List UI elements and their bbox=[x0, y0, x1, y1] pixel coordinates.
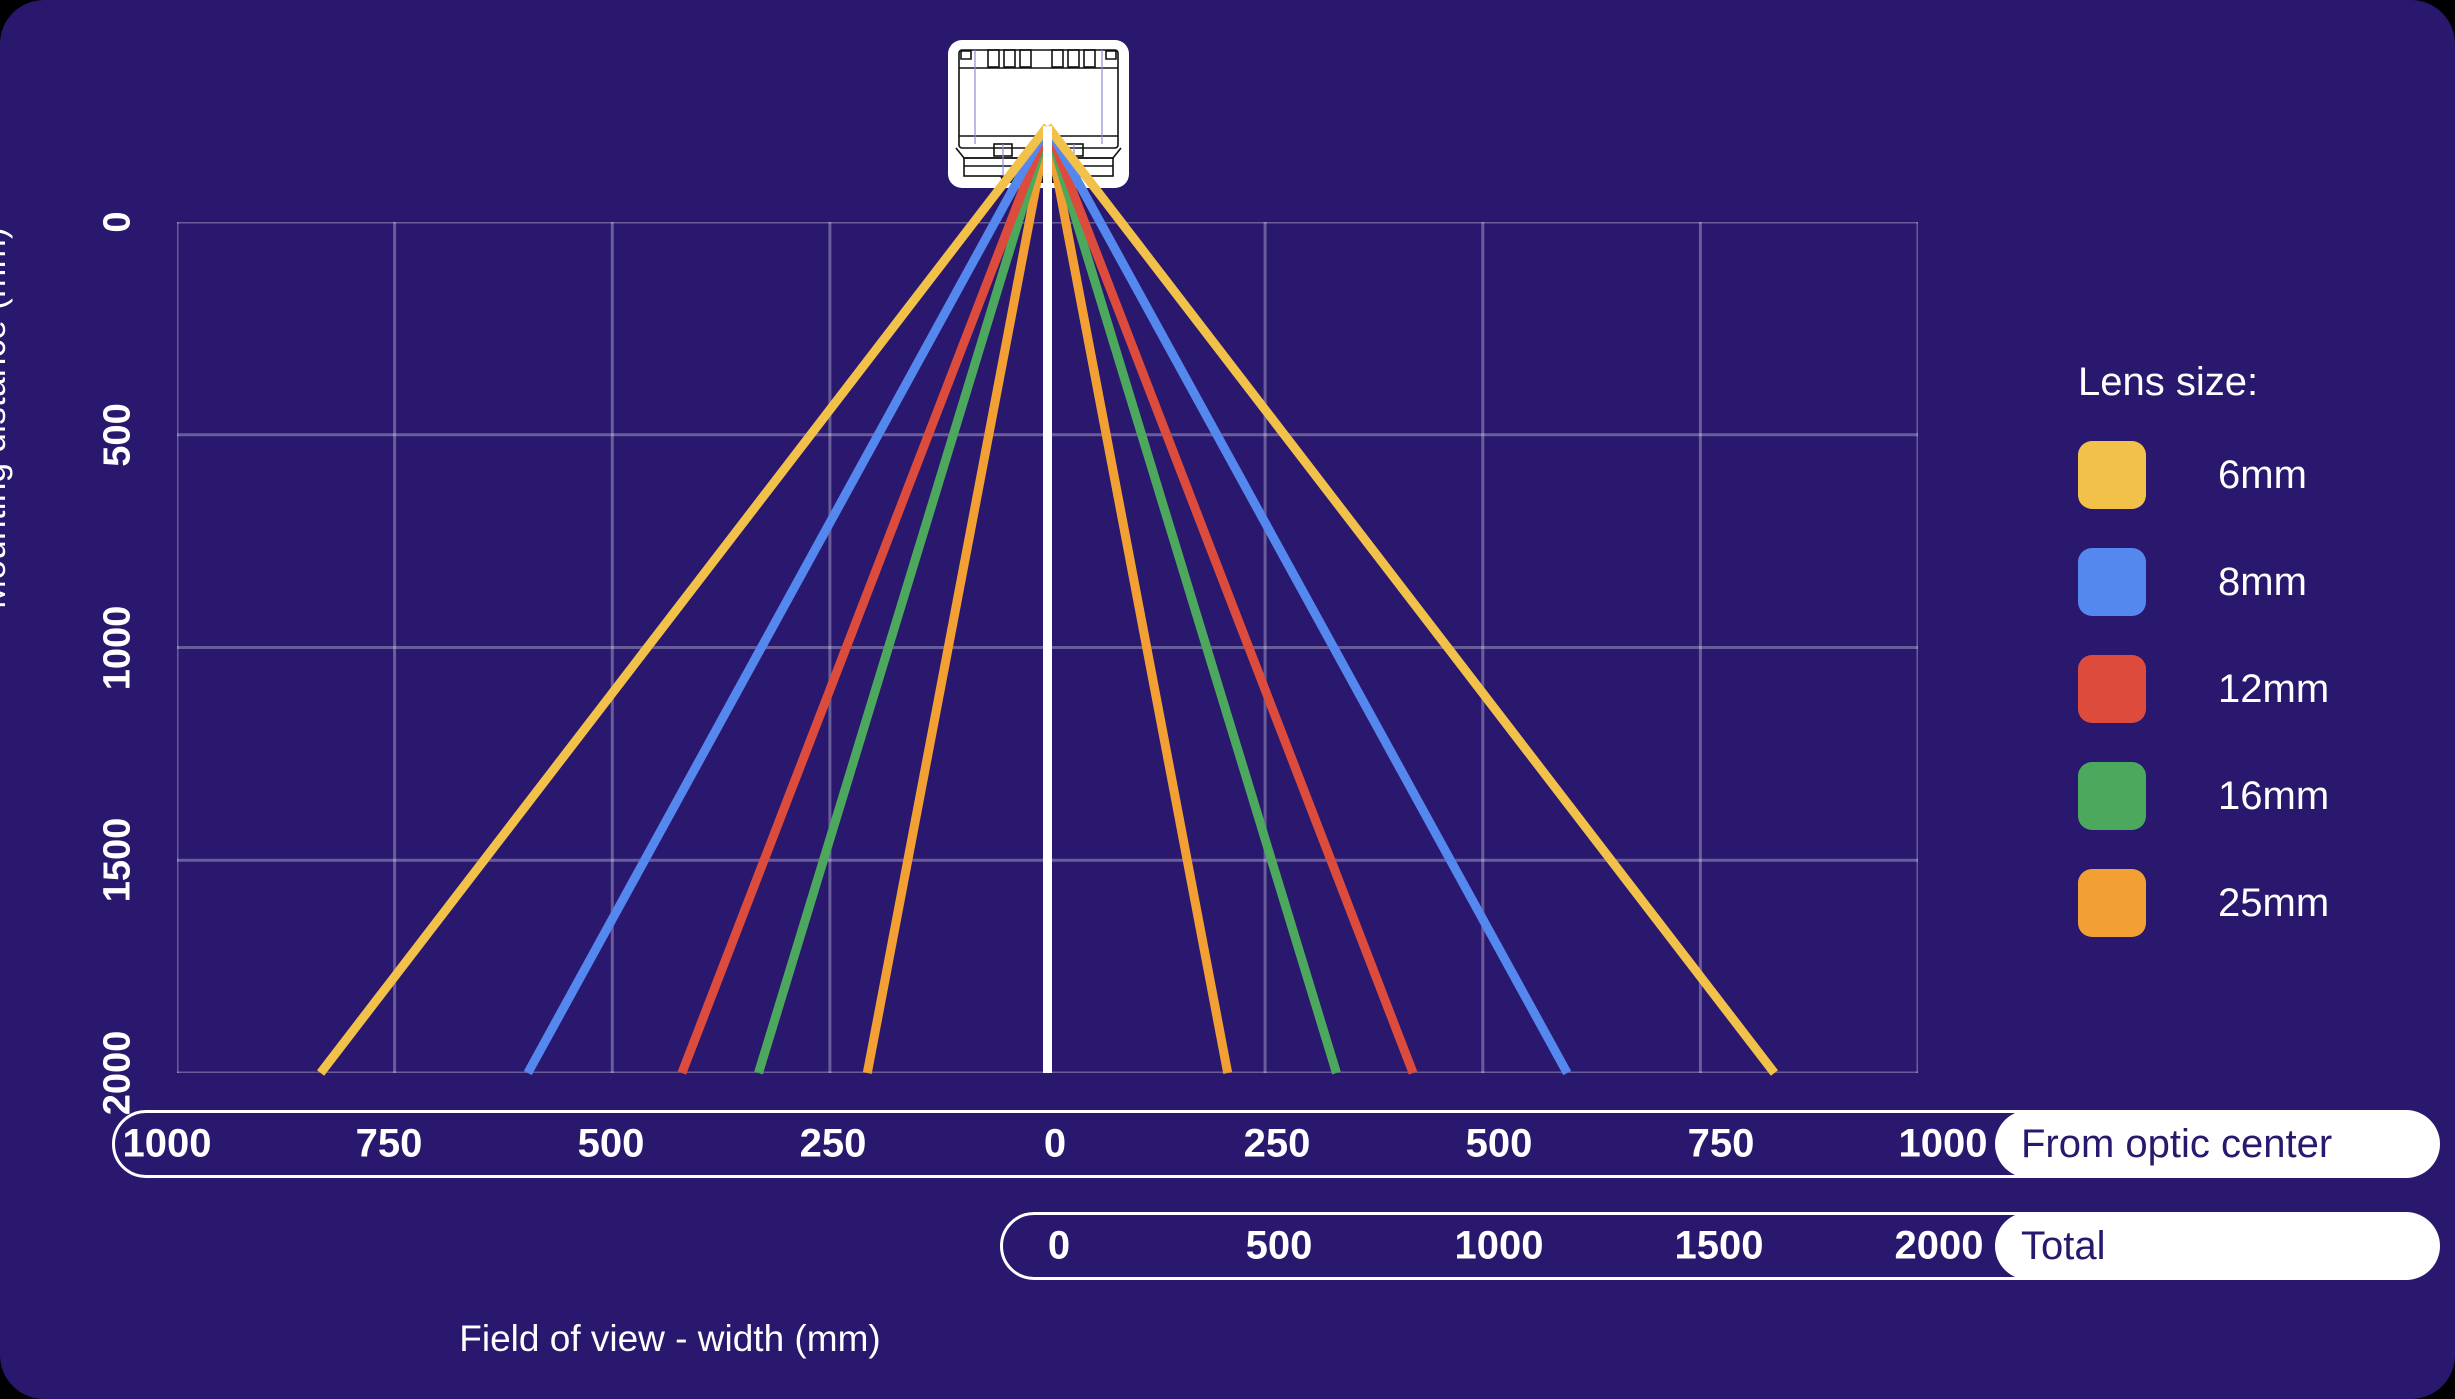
legend-swatch-icon-12mm bbox=[2078, 655, 2146, 723]
legend-label-12mm: 12mm bbox=[2218, 666, 2330, 711]
legend-swatch-icon-6mm bbox=[2078, 441, 2146, 509]
axis-bar-0-pill: From optic center bbox=[1995, 1110, 2440, 1178]
axis-bar-0-tick-4: 0 bbox=[1043, 1121, 1067, 1166]
axis-bar-1-tick-1: 500 bbox=[1245, 1223, 1313, 1268]
axis-bar-total: 0 500 1000 1500 2000 Total bbox=[1000, 1212, 2440, 1280]
axis-bar-0-tick-7: 750 bbox=[1687, 1121, 1755, 1166]
axis-bar-0-pill-label: From optic center bbox=[2021, 1121, 2333, 1166]
legend-label-25mm: 25mm bbox=[2218, 880, 2330, 925]
y-axis-tick-1000: 1000 bbox=[96, 605, 139, 690]
legend-swatch-icon-8mm bbox=[2078, 548, 2146, 616]
y-axis-tick-500: 500 bbox=[96, 403, 139, 467]
y-axis-tick-1500: 1500 bbox=[96, 817, 139, 903]
legend-items: 6mm 8mm 12mm 16mm 25mm bbox=[2078, 441, 2418, 937]
axis-bar-1-tick-0: 0 bbox=[1047, 1223, 1071, 1268]
legend-swatch-icon-16mm bbox=[2078, 762, 2146, 830]
axis-bar-0-tick-2: 500 bbox=[577, 1121, 645, 1166]
legend-label-8mm: 8mm bbox=[2218, 559, 2307, 604]
y-axis-title: Mounting distance (mm) bbox=[0, 226, 13, 610]
legend-item-25mm[interactable]: 25mm bbox=[2078, 869, 2418, 937]
legend-item-8mm[interactable]: 8mm bbox=[2078, 548, 2418, 616]
legend-item-16mm[interactable]: 16mm bbox=[2078, 762, 2418, 830]
legend-swatch-icon-25mm bbox=[2078, 869, 2146, 937]
axis-bar-1-ticks: 0 500 1000 1500 2000 bbox=[1003, 1215, 1995, 1277]
legend-label-16mm: 16mm bbox=[2218, 773, 2330, 818]
axis-bar-1-tick-4: 2000 bbox=[1894, 1223, 1984, 1268]
axis-bar-1-tick-2: 1000 bbox=[1454, 1223, 1544, 1268]
y-axis-tick-0: 0 bbox=[96, 211, 139, 233]
axis-bar-0-ticks: 1000 750 500 250 0 250 500 750 1000 bbox=[115, 1113, 1995, 1175]
legend-item-12mm[interactable]: 12mm bbox=[2078, 655, 2418, 723]
legend: Lens size: 6mm 8mm 12mm 16mm 25mm bbox=[2078, 360, 2418, 976]
axis-bar-0-tick-3: 250 bbox=[799, 1121, 867, 1166]
x-axis-title: Field of view - width (mm) bbox=[459, 1318, 881, 1359]
fov-lines bbox=[317, 123, 1778, 1076]
legend-label-6mm: 6mm bbox=[2218, 452, 2307, 497]
axis-bar-0-tick-8: 1000 bbox=[1898, 1121, 1988, 1166]
chart-canvas: Mounting distance (mm) 0 500 1000 1500 2000 bbox=[0, 0, 2455, 1399]
axis-bar-0-tick-6: 500 bbox=[1465, 1121, 1533, 1166]
plot-area bbox=[177, 123, 1918, 1076]
axis-bar-1-tick-3: 1500 bbox=[1674, 1223, 1764, 1268]
axis-bar-0-tick-5: 250 bbox=[1243, 1121, 1311, 1166]
axis-bar-1-pill: Total bbox=[1995, 1212, 2440, 1280]
axis-bar-from-optic-center: 1000 750 500 250 0 250 500 750 1000 From optic c… bbox=[112, 1110, 2440, 1178]
axis-bar-0-tick-0: 1000 bbox=[122, 1121, 212, 1166]
y-axis-tick-2000: 2000 bbox=[96, 1030, 139, 1116]
legend-title: Lens size: bbox=[2078, 360, 2259, 404]
axis-bar-0-tick-1: 750 bbox=[355, 1121, 423, 1166]
axis-bar-1-pill-label: Total bbox=[2021, 1223, 2106, 1268]
legend-item-6mm[interactable]: 6mm bbox=[2078, 441, 2418, 509]
